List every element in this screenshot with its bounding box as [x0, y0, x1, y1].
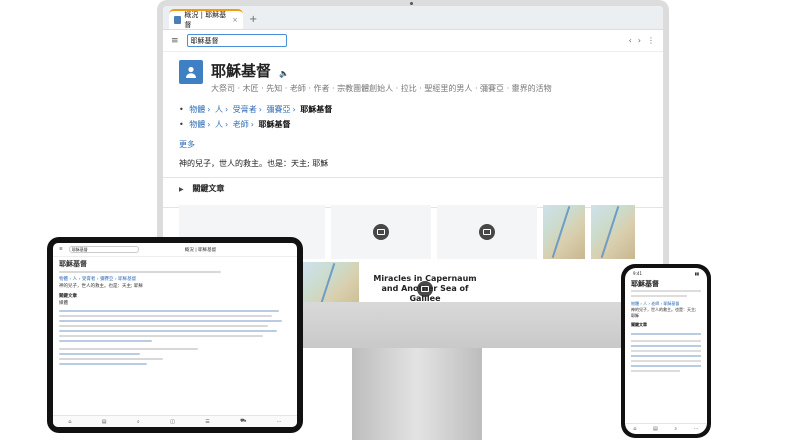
article: 耶穌基督 🔈 大祭司 · 木匠 · 先知 · 老師 · 作者 · 宗教團體創始人…: [163, 52, 663, 229]
ipad-frame: ≡ 耶穌基督 概況 | 耶穌基督 耶穌基督 物體 › 人 › 受膏者 › 彌賽亞…: [47, 237, 303, 433]
bookmark-icon[interactable]: ◫: [170, 419, 175, 425]
tab-overview[interactable]: 概況 | 耶穌基督 ×: [169, 9, 243, 29]
breadcrumb-link[interactable]: 物體: [189, 120, 205, 129]
tab-label: 概況 | 耶穌基督: [184, 11, 227, 29]
roles-list: 大祭司 · 木匠 · 先知 · 老師 · 作者 · 宗教團體創始人 · 拉比 ·…: [211, 84, 552, 93]
phone-article: 耶穌基督 物體 › 人 › 老師 › 耶穌基督 神的兒子，世人的救主。也是：天主…: [625, 278, 707, 378]
nav-controls: ‹ › ⋮: [629, 36, 655, 45]
breadcrumb-current: 耶穌基督: [258, 120, 291, 129]
tablet-toolbar: ≡ 耶穌基督 概況 | 耶穌基督: [53, 243, 297, 257]
breadcrumb-link[interactable]: 受膏者: [233, 105, 257, 114]
tablet-screen: ≡ 耶穌基督 概況 | 耶穌基督 耶穌基督 物體 › 人 › 受膏者 › 彌賽亞…: [53, 243, 297, 427]
home-icon[interactable]: ⌂: [68, 419, 71, 425]
media-thumbnail[interactable]: [591, 205, 635, 259]
toolbar: ≡ ‹ › ⋮: [163, 30, 663, 52]
phone-tab-bar: ⌂ ▤ ⌕ ⋯: [625, 423, 707, 434]
more-icon[interactable]: ⋮: [647, 36, 655, 45]
section-key-articles[interactable]: 關鍵文章: [631, 322, 701, 328]
caret-right-icon: ▶: [179, 186, 184, 193]
breadcrumb[interactable]: 物體 › 人 › 受膏者 › 彌賽亞 › 耶穌基督: [59, 276, 291, 283]
person-icon: [179, 60, 203, 84]
media-thumbnail[interactable]: [331, 205, 431, 259]
camera: [410, 2, 413, 5]
page-title: 耶穌基督: [631, 280, 659, 288]
search-icon[interactable]: ⌕: [674, 426, 677, 432]
close-icon[interactable]: ×: [232, 16, 238, 24]
gallery-icon: [373, 224, 389, 240]
document-icon: [174, 16, 182, 24]
tab-strip: 概況 | 耶穌基督 × +: [163, 6, 663, 30]
media-thumbnail[interactable]: [543, 205, 585, 259]
breadcrumb-link[interactable]: 物體: [189, 105, 205, 114]
tablet-article: 耶穌基督 物體 › 人 › 受膏者 › 彌賽亞 › 耶穌基督 神的兒子，世人的救…: [53, 257, 297, 372]
breadcrumb-link[interactable]: 人: [215, 120, 223, 129]
breadcrumb-link[interactable]: 老師: [233, 120, 249, 129]
more-icon[interactable]: ⋯: [277, 419, 282, 425]
library-icon[interactable]: ▤: [102, 419, 107, 425]
section-label: 媒體: [59, 301, 68, 306]
speaker-icon[interactable]: 🔈: [279, 69, 289, 78]
status-bar: 9:41 ▮▮: [625, 268, 707, 278]
phone-screen: 9:41 ▮▮ 耶穌基督 物體 › 人 › 老師 › 耶穌基督 神的兒子，世人的…: [625, 268, 707, 434]
tablet-tab-bar: ⌂ ▤ ⌕ ◫ ☰ ⛟ ⋯: [53, 415, 297, 427]
search-input[interactable]: 耶穌基督: [68, 246, 139, 253]
breadcrumb-row: • 物體 › 人 › 老師 › 耶穌基督: [179, 120, 291, 129]
add-tab-icon[interactable]: +: [249, 14, 257, 25]
article-header: 耶穌基督 🔈 大祭司 · 木匠 · 先知 · 老師 · 作者 · 宗教團體創始人…: [179, 60, 647, 94]
search-input[interactable]: [186, 34, 287, 47]
breadcrumb-link[interactable]: 人: [215, 105, 223, 114]
description: 神的兒子，世人的救主。也是：天主; 耶穌: [59, 284, 143, 289]
description: 神的兒子，世人的救主。也是：天主; 耶穌: [631, 307, 697, 318]
gallery-icon: [479, 224, 495, 240]
search-icon[interactable]: ⌕: [137, 419, 140, 425]
breadcrumb-current: 耶穌基督: [300, 105, 333, 114]
more-link[interactable]: 更多: [179, 139, 647, 150]
home-icon[interactable]: ⌂: [633, 426, 636, 432]
cart-icon[interactable]: ⛟: [240, 418, 246, 425]
gallery-icon: [417, 281, 433, 297]
battery-icon: ▮▮: [694, 271, 699, 276]
imac-stand: [352, 348, 482, 440]
breadcrumb-link[interactable]: 彌賽亞: [267, 105, 291, 114]
library-icon[interactable]: ▤: [653, 426, 658, 432]
list-icon[interactable]: ☰: [205, 419, 209, 425]
section-key-articles[interactable]: 關鍵文章: [59, 293, 291, 300]
more-icon[interactable]: ⋯: [694, 426, 699, 432]
page-title: 耶穌基督: [59, 260, 87, 268]
tablet-tab-title: 概況 | 耶穌基督: [184, 247, 217, 253]
menu-icon[interactable]: ≡: [171, 36, 179, 46]
section-key-articles[interactable]: ▶ 關鍵文章: [163, 177, 663, 199]
chevron-right-icon[interactable]: ›: [638, 36, 641, 45]
breadcrumb-list: • 物體 › 人 › 受膏者 › 彌賽亞 › 耶穌基督 • 物體 › 人 › 老師 › 耶穌基…: [179, 102, 647, 132]
menu-icon[interactable]: ≡: [59, 247, 63, 252]
media-thumbnail[interactable]: [437, 205, 537, 259]
iphone-frame: 9:41 ▮▮ 耶穌基督 物體 › 人 › 老師 › 耶穌基督 神的兒子，世人的…: [621, 264, 711, 438]
page-title: 耶穌基督: [211, 62, 272, 80]
media-thumbnail[interactable]: Miracles in Capernaum and Another Sea of…: [365, 262, 485, 302]
chevron-left-icon[interactable]: ‹: [629, 36, 632, 45]
description: 神的兒子，世人的救主。也是：天主; 耶穌: [179, 159, 329, 168]
media-thumbnail[interactable]: [303, 262, 359, 302]
clock: 9:41: [633, 271, 642, 276]
breadcrumb-row: • 物體 › 人 › 受膏者 › 彌賽亞 › 耶穌基督: [179, 105, 333, 114]
